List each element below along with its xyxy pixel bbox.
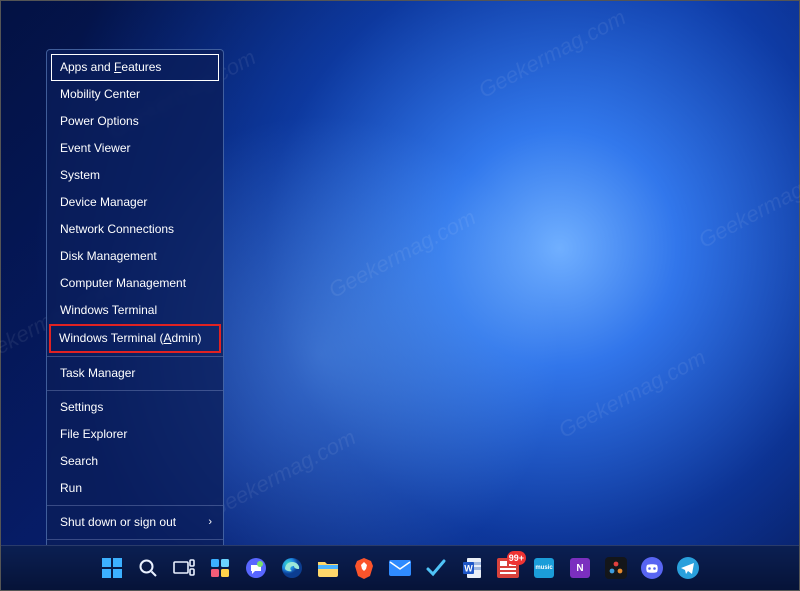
winx-item-label: Power Options [60,114,139,129]
taskbar-amazon-music[interactable]: music [529,553,559,583]
winx-item-label: Search [60,454,98,469]
winx-item[interactable]: Event Viewer [47,135,223,162]
desktop-wallpaper[interactable]: Geekermag.com Geekermag.com Geekermag.co… [0,0,800,591]
watermark: Geekermag.com [694,154,800,253]
word-icon: W [462,557,482,579]
winx-item[interactable]: Apps and Features [51,54,219,81]
onenote-tile: N [570,558,590,578]
winx-item-label: Settings [60,400,103,415]
winx-item-label: Computer Management [60,276,186,291]
taskbar-edge[interactable] [277,553,307,583]
taskbar: W 99+ music N [1,545,799,590]
taskbar-davinci[interactable] [601,553,631,583]
winx-item[interactable]: Shut down or sign out › [47,509,223,536]
winx-item[interactable]: Settings [47,394,223,421]
widgets-icon [210,558,230,578]
taskbar-brave[interactable] [349,553,379,583]
taskbar-news[interactable]: 99+ [493,553,523,583]
search-icon [138,558,158,578]
edge-icon [281,557,303,579]
music-tile: music [534,558,554,578]
winx-item[interactable]: Task Manager [47,360,223,387]
taskbar-chat[interactable] [241,553,271,583]
winx-item[interactable]: System [47,162,223,189]
winx-item-label: Disk Management [60,249,157,264]
telegram-icon [677,557,699,579]
brave-icon [354,557,374,579]
winx-item-label: Device Manager [60,195,147,210]
chat-icon [245,557,267,579]
winx-item-label: Apps and Features [60,60,161,75]
winx-item[interactable]: Windows Terminal (Admin) [49,324,221,353]
mail-icon [389,560,411,576]
taskbar-file-explorer[interactable] [313,553,343,583]
winx-item[interactable]: Windows Terminal [47,297,223,324]
winx-item-label: System [60,168,100,183]
winx-item[interactable]: Network Connections [47,216,223,243]
winx-item-label: Run [60,481,82,496]
taskbar-search[interactable] [133,553,163,583]
taskbar-discord[interactable] [637,553,667,583]
winx-item-label: Windows Terminal (Admin) [59,331,202,346]
menu-separator [47,390,223,391]
winx-item[interactable]: File Explorer [47,421,223,448]
start-icon [101,557,123,579]
watermark: Geekermag.com [324,204,480,303]
taskbar-widgets[interactable] [205,553,235,583]
menu-separator [47,539,223,540]
watermark: Geekermag.com [474,4,630,103]
explorer-icon [317,559,339,577]
winx-item-label: Shut down or sign out [60,515,176,530]
winx-item-label: Windows Terminal [60,303,157,318]
winx-item[interactable]: Mobility Center [47,81,223,108]
winx-item-label: Task Manager [60,366,135,381]
winx-item-label: Event Viewer [60,141,130,156]
winx-item-label: Network Connections [60,222,174,237]
taskbar-mail[interactable] [385,553,415,583]
chevron-right-icon: › [208,515,212,530]
watermark: Geekermag.com [204,424,360,523]
todo-icon [425,557,447,579]
taskbar-telegram[interactable] [673,553,703,583]
winx-item[interactable]: Device Manager [47,189,223,216]
svg-text:W: W [464,564,473,574]
menu-separator [47,356,223,357]
taskbar-todo[interactable] [421,553,451,583]
taskbar-onenote[interactable]: N [565,553,595,583]
taskbar-word[interactable]: W [457,553,487,583]
winx-item[interactable]: Disk Management [47,243,223,270]
taskbar-task-view[interactable] [169,553,199,583]
taskview-icon [173,559,195,577]
discord-icon [641,557,663,579]
menu-separator [47,505,223,506]
winx-item[interactable]: Computer Management [47,270,223,297]
winx-context-menu: Apps and Features Mobility Center Power Op… [46,49,224,575]
winx-item[interactable]: Search [47,448,223,475]
winx-item[interactable]: Power Options [47,108,223,135]
badge: 99+ [507,551,526,565]
davinci-icon [605,557,627,579]
watermark: Geekermag.com [554,344,710,443]
winx-item[interactable]: Run [47,475,223,502]
winx-item-label: Mobility Center [60,87,140,102]
winx-item-label: File Explorer [60,427,127,442]
taskbar-start[interactable] [97,553,127,583]
